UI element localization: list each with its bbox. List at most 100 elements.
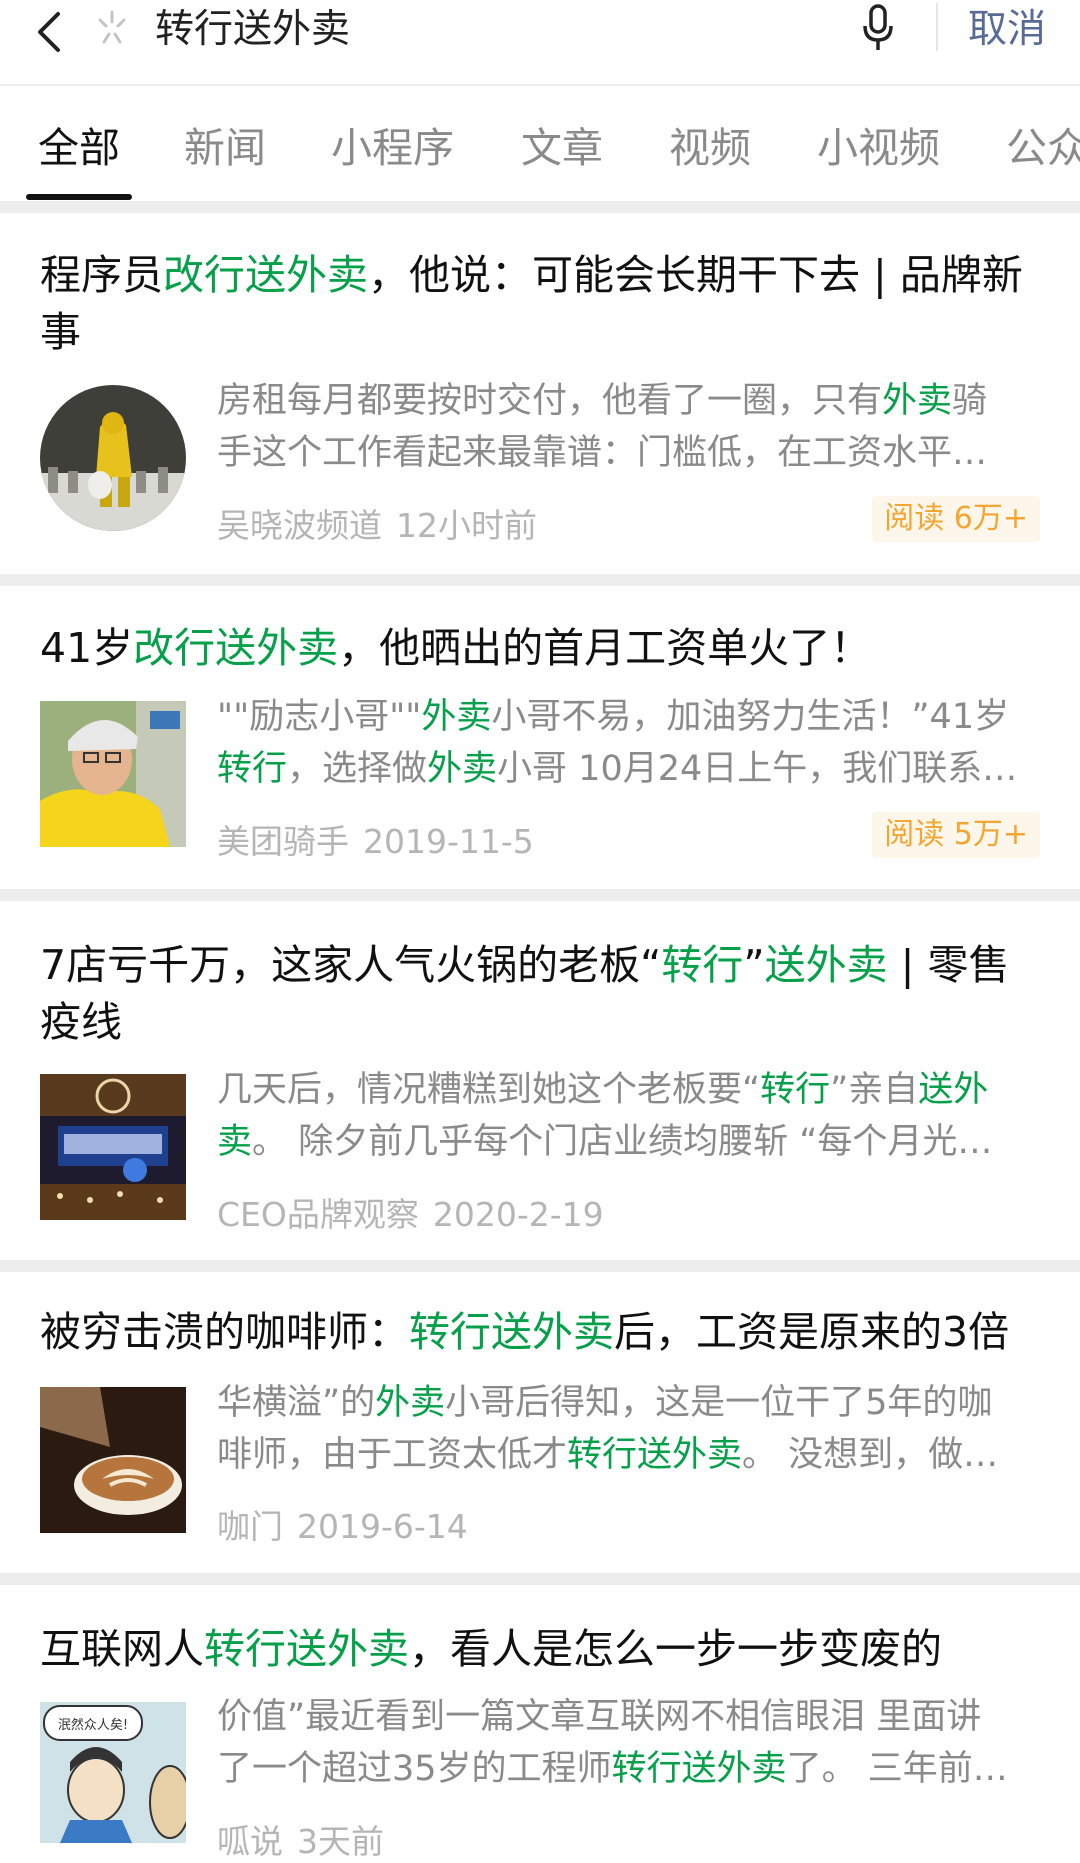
tab-articles[interactable]: 文章 [521, 114, 603, 174]
highlighted-keyword: 改行送外卖 [163, 251, 368, 299]
result-card[interactable]: 程序员改行送外卖，他说：可能会长期干下去 | 品牌新事 房租每月都要按时交付，他… [0, 213, 1080, 574]
snippet-line: 华横溢”的外卖小哥后得知，这是一位干了5年的咖 [217, 1377, 1037, 1429]
divider [936, 3, 938, 51]
result-thumbnail [40, 1074, 186, 1220]
snippet-line: 了一个超过35岁的工程师转行送外卖了。 三年前… [217, 1743, 1037, 1795]
highlighted-keyword: 转行 [661, 941, 744, 989]
text-segment: 疫线 [40, 998, 122, 1046]
result-time: 2019-6-14 [297, 1507, 468, 1546]
highlighted-keyword: 转行 [217, 749, 288, 789]
highlighted-keyword: 卖 [217, 1122, 253, 1162]
text-segment: ，看人是怎么一步一步变废的 [409, 1625, 942, 1673]
highlighted-keyword: 转行送外卖 [204, 1625, 409, 1673]
text-segment: 华横溢”的 [217, 1383, 376, 1423]
result-source: 吴晓波频道 [217, 506, 382, 545]
highlighted-keyword: 转行送外卖 [567, 1435, 743, 1475]
text-segment: 事 [40, 308, 81, 356]
text-segment: ” [743, 941, 765, 989]
result-time: 3天前 [297, 1822, 384, 1861]
active-tab-indicator [26, 194, 132, 200]
result-source: 咖门 [217, 1507, 283, 1546]
result-meta: 呱说 3天前 [217, 1815, 384, 1863]
result-meta: CEO品牌观察 2020-2-19 [217, 1188, 604, 1236]
result-title[interactable]: 程序员改行送外卖，他说：可能会长期干下去 | 品牌新事 [40, 247, 1040, 361]
result-time: 2019-11-5 [363, 822, 534, 861]
highlighted-keyword: 外卖 [421, 697, 492, 737]
text-segment: 小哥后得知，这是一位干了5年的咖 [445, 1383, 993, 1423]
divider [0, 1260, 1080, 1272]
tab-official-accounts[interactable]: 公众 [1006, 114, 1080, 174]
text-segment: 小哥 10月24日上午，我们联系… [497, 749, 1018, 789]
tab-mini-programs[interactable]: 小程序 [331, 114, 454, 174]
result-card[interactable]: 互联网人转行送外卖，看人是怎么一步一步变废的 泯然众人矣! 价值”最近看到一篇文… [0, 1585, 1080, 1861]
text-segment: ，他说：可能会长期干下去 | 品牌新 [368, 251, 1023, 299]
result-card[interactable]: 7店亏千万，这家人气火锅的老板“转行”送外卖 | 零售 疫线 几天后，情况糟糕到她… [0, 901, 1080, 1260]
result-snippet: 几天后，情况糟糕到她这个老板要“转行”亲自送外 卖。 除夕前几乎每个门店业绩均腰斩… [217, 1064, 1037, 1168]
result-thumbnail [40, 385, 186, 531]
result-time: 2020-2-19 [432, 1195, 604, 1234]
result-source: 美团骑手 [217, 822, 349, 861]
text-segment: 后，工资是原来的3倍 [614, 1308, 1010, 1356]
text-segment: 小哥不易，加油努力生活！”41岁 [491, 697, 1010, 737]
text-segment: 了。 三年前… [786, 1749, 1008, 1789]
text-segment: ，选择做 [287, 749, 428, 789]
text-segment: 了一个超过35岁的工程师 [217, 1749, 612, 1789]
result-snippet: 房租每月都要按时交付，他看了一圈，只有外卖骑手这个工作看起来最靠谱：门槛低，在工… [217, 375, 1037, 479]
text-segment: 。 除夕前几乎每个门店业绩均腰斩 “每个月光… [252, 1122, 993, 1162]
result-title[interactable]: 被穷击溃的咖啡师：转行送外卖后，工资是原来的3倍 [40, 1304, 1040, 1361]
divider [0, 574, 1080, 586]
category-tabs: 全部 新闻 小程序 文章 视频 小视频 公众 [0, 86, 1080, 201]
result-snippet: 价值”最近看到一篇文章互联网不相信眼泪 里面讲 了一个超过35岁的工程师转行送外卖… [217, 1691, 1037, 1795]
result-card[interactable]: 41岁改行送外卖，他晒出的首月工资单火了！ ""励志小哥""外卖小哥不易，加油努… [0, 586, 1080, 889]
snippet-line: ""励志小哥""外卖小哥不易，加油努力生活！”41岁 [217, 691, 1037, 743]
cancel-button[interactable]: 取消 [968, 0, 1046, 60]
snippet-line: 价值”最近看到一篇文章互联网不相信眼泪 里面讲 [217, 1691, 1037, 1743]
result-thumbnail [40, 701, 186, 847]
read-count-badge: 阅读 6万+ [872, 496, 1040, 542]
text-segment: ，他晒出的首月工资单火了！ [338, 624, 872, 672]
highlighted-keyword: 外卖 [375, 1383, 446, 1423]
result-card[interactable]: 被穷击溃的咖啡师：转行送外卖后，工资是原来的3倍 华横溢”的外卖小哥后得知，这是… [0, 1272, 1080, 1573]
result-meta: 咖门 2019-6-14 [217, 1500, 468, 1548]
search-input[interactable]: 转行送外卖 [155, 0, 350, 60]
result-title[interactable]: 互联网人转行送外卖，看人是怎么一步一步变废的 [40, 1621, 1040, 1678]
text-segment: 7店亏千万，这家人气火锅的老板“ [40, 941, 662, 989]
tab-videos[interactable]: 视频 [669, 114, 751, 174]
highlighted-keyword: 送外卖 [764, 941, 888, 989]
result-time: 12小时前 [396, 506, 537, 545]
text-segment: ""励志小哥"" [217, 697, 422, 737]
snippet-line: 几天后，情况糟糕到她这个老板要“转行”亲自送外 [217, 1064, 1037, 1116]
chevron-left-icon[interactable] [30, 8, 70, 56]
search-bar: 转行送外卖 取消 [0, 0, 1080, 84]
text-segment: 手这个工作看起来最靠谱：门槛低，在工资水平… [217, 433, 988, 473]
tab-all[interactable]: 全部 [38, 114, 120, 174]
divider [0, 201, 1080, 213]
text-segment: 互联网人 [40, 1625, 204, 1673]
tab-news[interactable]: 新闻 [184, 114, 266, 174]
result-source: 呱说 [217, 1822, 283, 1861]
microphone-icon[interactable] [860, 2, 896, 56]
comic-caption: 泯然众人矣! [58, 1717, 128, 1733]
snippet-line: 房租每月都要按时交付，他看了一圈，只有外卖骑 [217, 375, 1037, 427]
highlighted-keyword: 转行送外卖 [409, 1308, 614, 1356]
text-segment: 啡师，由于工资太低才 [217, 1435, 568, 1475]
highlighted-keyword: 转行送外卖 [611, 1749, 787, 1789]
snippet-line: 啡师，由于工资太低才转行送外卖。 没想到，做… [217, 1429, 1037, 1481]
text-segment: 程序员 [40, 251, 163, 299]
text-segment: 41岁 [40, 624, 134, 672]
result-snippet: ""励志小哥""外卖小哥不易，加油努力生活！”41岁 转行，选择做外卖小哥 10月… [217, 691, 1037, 795]
text-segment: 几天后，情况糟糕到她这个老板要“ [217, 1070, 761, 1110]
divider [0, 889, 1080, 901]
divider [0, 1573, 1080, 1585]
text-segment: 骑 [952, 381, 988, 421]
text-segment: 。 没想到，做… [742, 1435, 999, 1475]
snippet-line: 转行，选择做外卖小哥 10月24日上午，我们联系… [217, 743, 1037, 795]
highlighted-keyword: 外卖 [427, 749, 498, 789]
snippet-line: 卖。 除夕前几乎每个门店业绩均腰斩 “每个月光… [217, 1116, 1037, 1168]
highlighted-keyword: 转行 [760, 1070, 831, 1110]
result-title[interactable]: 41岁改行送外卖，他晒出的首月工资单火了！ [40, 620, 1040, 677]
result-snippet: 华横溢”的外卖小哥后得知，这是一位干了5年的咖 啡师，由于工资太低才转行送外卖。 … [217, 1377, 1037, 1481]
result-meta: 吴晓波频道 12小时前 [217, 499, 537, 547]
tab-short-videos[interactable]: 小视频 [817, 114, 940, 174]
result-title[interactable]: 7店亏千万，这家人气火锅的老板“转行”送外卖 | 零售 疫线 [40, 937, 1040, 1051]
